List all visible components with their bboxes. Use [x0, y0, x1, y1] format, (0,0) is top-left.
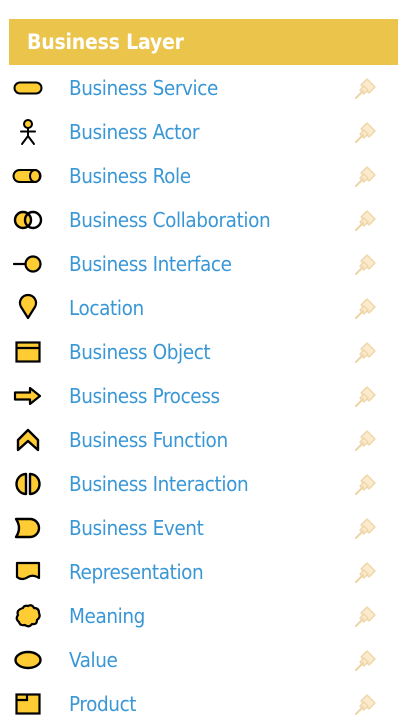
- palette-item-business-interaction[interactable]: Business Interaction: [0, 462, 398, 506]
- business-service-icon: [11, 75, 45, 101]
- pin-icon[interactable]: [351, 293, 381, 323]
- pin-icon[interactable]: [351, 469, 381, 499]
- pin-icon[interactable]: [351, 381, 381, 411]
- palette-item-business-collaboration[interactable]: Business Collaboration: [0, 198, 398, 242]
- palette-item-label: Business Service: [69, 75, 218, 100]
- pin-icon[interactable]: [351, 205, 381, 235]
- palette-item-label: Product: [69, 691, 137, 716]
- palette-item-business-event[interactable]: Business Event: [0, 506, 398, 550]
- business-layer-palette: Business Layer Business Service Business…: [0, 0, 398, 716]
- business-element-list: Business Service Business Actor Business…: [0, 66, 398, 716]
- palette-item-product[interactable]: Product: [0, 682, 398, 716]
- pin-icon[interactable]: [351, 645, 381, 675]
- palette-item-business-process[interactable]: Business Process: [0, 374, 398, 418]
- palette-item-label: Location: [69, 295, 144, 320]
- palette-item-location[interactable]: Location: [0, 286, 398, 330]
- pin-icon[interactable]: [351, 73, 381, 103]
- product-icon: [11, 691, 45, 716]
- business-event-icon: [11, 515, 45, 541]
- representation-icon: [11, 559, 45, 585]
- palette-item-label: Business Role: [69, 163, 191, 188]
- palette-item-representation[interactable]: Representation: [0, 550, 398, 594]
- palette-item-business-service[interactable]: Business Service: [0, 66, 398, 110]
- palette-item-label: Business Function: [69, 427, 228, 452]
- palette-item-meaning[interactable]: Meaning: [0, 594, 398, 638]
- pin-icon[interactable]: [351, 249, 381, 279]
- pin-icon[interactable]: [351, 601, 381, 631]
- pin-icon[interactable]: [351, 425, 381, 455]
- pin-icon[interactable]: [351, 161, 381, 191]
- palette-item-business-actor[interactable]: Business Actor: [0, 110, 398, 154]
- palette-item-business-object[interactable]: Business Object: [0, 330, 398, 374]
- meaning-icon: [11, 603, 45, 629]
- palette-item-business-interface[interactable]: Business Interface: [0, 242, 398, 286]
- business-function-icon: [11, 427, 45, 453]
- palette-item-label: Meaning: [69, 603, 145, 628]
- palette-item-business-function[interactable]: Business Function: [0, 418, 398, 462]
- palette-item-label: Business Process: [69, 383, 220, 408]
- business-object-icon: [11, 339, 45, 365]
- business-layer-header[interactable]: Business Layer: [9, 19, 398, 65]
- palette-item-label: Business Interface: [69, 251, 232, 276]
- business-process-icon: [11, 383, 45, 409]
- palette-item-value[interactable]: Value: [0, 638, 398, 682]
- business-interaction-icon: [11, 471, 45, 497]
- palette-item-label: Business Interaction: [69, 471, 249, 496]
- business-layer-title: Business Layer: [27, 30, 184, 54]
- value-icon: [11, 647, 45, 673]
- palette-item-label: Value: [69, 647, 118, 672]
- palette-item-label: Business Collaboration: [69, 207, 271, 232]
- pin-icon[interactable]: [351, 513, 381, 543]
- business-collaboration-icon: [11, 207, 45, 233]
- business-actor-icon: [11, 119, 45, 145]
- business-role-icon: [11, 163, 45, 189]
- location-icon: [11, 293, 45, 321]
- pin-icon[interactable]: [351, 689, 381, 716]
- palette-item-label: Business Actor: [69, 119, 200, 144]
- business-interface-icon: [11, 251, 45, 277]
- palette-item-label: Business Event: [69, 515, 204, 540]
- pin-icon[interactable]: [351, 557, 381, 587]
- pin-icon[interactable]: [351, 337, 381, 367]
- palette-item-label: Representation: [69, 559, 204, 584]
- palette-item-business-role[interactable]: Business Role: [0, 154, 398, 198]
- palette-item-label: Business Object: [69, 339, 211, 364]
- pin-icon[interactable]: [351, 117, 381, 147]
